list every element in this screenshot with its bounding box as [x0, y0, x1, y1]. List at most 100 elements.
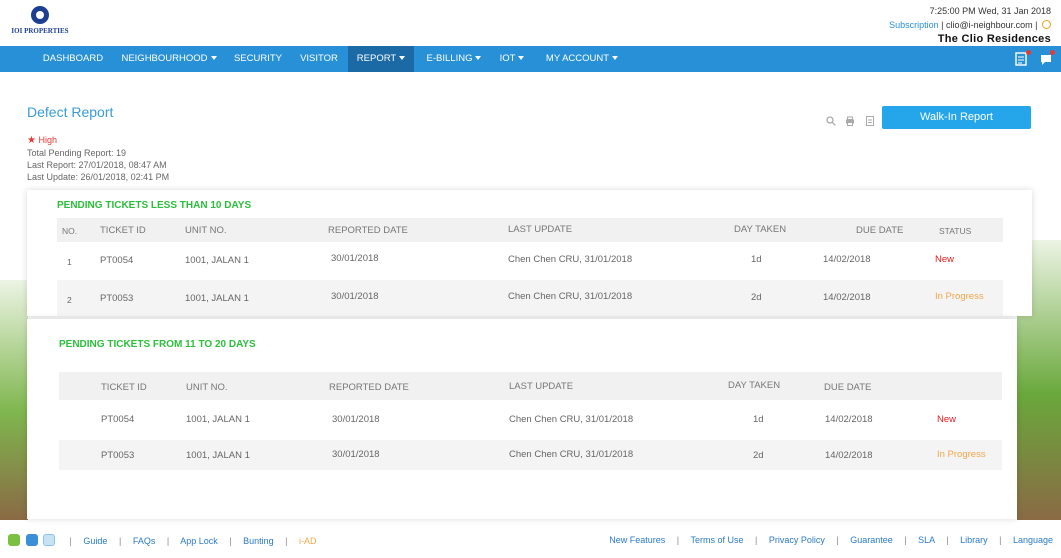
divider: |: [69, 536, 72, 546]
android-icon[interactable]: [8, 534, 20, 546]
divider: |: [118, 536, 122, 546]
table-header: TICKET ID UNIT NO. REPORTED DATE LAST UP…: [59, 372, 1002, 400]
chevron-down-icon: [475, 56, 482, 60]
cell-reported-date: 30/01/2018: [332, 414, 380, 425]
footer-link-privacy[interactable]: Privacy Policy: [769, 535, 825, 545]
col-ticket-id: TICKET ID: [101, 382, 147, 393]
col-ticket-id: TICKET ID: [100, 225, 146, 236]
cell-ticket-id[interactable]: PT0054: [101, 414, 134, 425]
nav-dashboard[interactable]: DASHBOARD: [35, 46, 111, 72]
subscription-line: Subscription | clio@i-neighbour.com |: [889, 18, 1051, 32]
table-row[interactable]: PT0054 1001, JALAN 1 30/01/2018 Chen Che…: [59, 400, 1002, 440]
nav-label: IOT: [499, 53, 516, 64]
cell-last-update: Chen Chen CRU, 31/01/2018: [509, 414, 634, 425]
company-logo[interactable]: IOI PROPERTIES: [10, 6, 70, 35]
cell-reported-date: 30/01/2018: [331, 253, 379, 264]
divider: |: [904, 535, 907, 545]
col-last-update: LAST UPDATE: [508, 224, 573, 235]
cell-reported-date: 30/01/2018: [332, 449, 380, 460]
nav-visitor[interactable]: VISITOR: [292, 46, 346, 72]
nav-report[interactable]: REPORT: [348, 46, 414, 72]
cell-ticket-id[interactable]: PT0054: [100, 255, 133, 266]
cell-day-taken: 2d: [753, 450, 764, 461]
pending-11-20-panel: PENDING TICKETS FROM 11 TO 20 DAYS TICKE…: [27, 319, 1017, 519]
footer-link-new-features[interactable]: New Features: [609, 535, 665, 545]
col-last-update: LAST UPDATE: [509, 381, 574, 392]
cell-last-update: Chen Chen CRU, 31/01/2018: [508, 254, 633, 265]
footer-link-i-ad[interactable]: i-AD: [299, 536, 317, 546]
apple-icon[interactable]: [25, 534, 38, 546]
chat-bubble-icon[interactable]: [1039, 50, 1055, 66]
page-title: Defect Report: [27, 104, 114, 120]
footer-link-guarantee[interactable]: Guarantee: [850, 535, 893, 545]
notes-icon[interactable]: [1015, 50, 1031, 66]
col-reported-date: REPORTED DATE: [328, 225, 408, 236]
cell-last-update: Chen Chen CRU, 31/01/2018: [508, 291, 633, 302]
nav-neighbourhood[interactable]: NEIGHBOURHOOD: [114, 46, 224, 72]
toolbar-icons: [826, 113, 880, 131]
divider: |: [836, 535, 839, 545]
cloud-icon[interactable]: [43, 534, 56, 546]
status-badge: In Progress: [937, 449, 986, 460]
nav-my-account[interactable]: MY ACCOUNT: [538, 46, 626, 72]
col-day-taken: DAY TAKEN: [728, 380, 781, 391]
cell-due-date: 14/02/2018: [823, 292, 871, 303]
cell-unit-no: 1001, JALAN 1: [186, 450, 250, 461]
nav-label: VISITOR: [300, 53, 338, 64]
footer-left: | Guide | FAQs | App Lock | Bunting | i-…: [8, 534, 317, 546]
table-header: NO. TICKET ID UNIT NO. REPORTED DATE LAS…: [57, 218, 1003, 242]
nav-label: REPORT: [356, 53, 397, 64]
pending-less-10-panel: PENDING TICKETS LESS THAN 10 DAYS NO. TI…: [27, 190, 1032, 316]
last-update: Last Update: 26/01/2018, 02:41 PM: [27, 172, 170, 182]
status-badge: In Progress: [935, 291, 984, 302]
search-icon[interactable]: [826, 113, 836, 126]
footer: | Guide | FAQs | App Lock | Bunting | i-…: [0, 530, 1061, 558]
cell-due-date: 14/02/2018: [823, 254, 871, 265]
status-badge: New: [937, 414, 957, 425]
footer-link-library[interactable]: Library: [960, 535, 988, 545]
footer-link-guide[interactable]: Guide: [83, 536, 107, 546]
footer-link-terms[interactable]: Terms of Use: [690, 535, 743, 545]
footer-link-language[interactable]: Language: [1013, 535, 1053, 545]
footer-link-faqs[interactable]: FAQs: [133, 536, 156, 546]
cell-unit-no: 1001, JALAN 1: [185, 255, 249, 266]
subscription-link[interactable]: Subscription: [889, 20, 939, 30]
table-row[interactable]: 2 PT0053 1001, JALAN 1 30/01/2018 Chen C…: [57, 280, 1003, 316]
export-icon[interactable]: [865, 113, 875, 126]
divider: |: [676, 535, 680, 545]
last-report: Last Report: 27/01/2018, 08:47 AM: [27, 160, 167, 170]
footer-link-bunting[interactable]: Bunting: [243, 536, 274, 546]
cell-due-date: 14/02/2018: [825, 414, 873, 425]
logo-text: IOI PROPERTIES: [11, 27, 69, 35]
section-title: PENDING TICKETS FROM 11 TO 20 DAYS: [59, 339, 256, 350]
cell-ticket-id[interactable]: PT0053: [101, 450, 134, 461]
col-unit-no: UNIT NO.: [186, 382, 228, 393]
grass-left: [0, 280, 28, 520]
cell-due-date: 14/02/2018: [825, 450, 873, 461]
top-header: IOI PROPERTIES 7:25:00 PM Wed, 31 Jan 20…: [0, 0, 1061, 46]
walk-in-report-button[interactable]: Walk-In Report: [882, 106, 1031, 129]
user-email: clio@i-neighbour.com: [945, 20, 1033, 30]
cell-unit-no: 1001, JALAN 1: [186, 414, 250, 425]
divider: |: [999, 535, 1002, 545]
nav-iot[interactable]: IOT: [494, 46, 530, 72]
table-row[interactable]: 1 PT0054 1001, JALAN 1 30/01/2018 Chen C…: [57, 242, 1003, 280]
table-row[interactable]: PT0053 1001, JALAN 1 30/01/2018 Chen Che…: [59, 440, 1002, 470]
nav-security[interactable]: SECURITY: [226, 46, 290, 72]
cell-ticket-id[interactable]: PT0053: [100, 293, 133, 304]
chevron-down-icon: [210, 56, 217, 60]
print-icon[interactable]: [845, 113, 855, 126]
star-icon: ★: [27, 135, 36, 146]
col-day-taken: DAY TAKEN: [734, 224, 787, 235]
col-status: STATUS: [939, 226, 972, 236]
header-info: 7:25:00 PM Wed, 31 Jan 2018 Subscription…: [889, 4, 1051, 46]
cell-no: 1: [67, 257, 72, 267]
total-pending: Total Pending Report: 19: [27, 148, 127, 158]
nav-label: NEIGHBOURHOOD: [121, 53, 208, 64]
section-title: PENDING TICKETS LESS THAN 10 DAYS: [57, 200, 252, 211]
logout-power-icon[interactable]: [1042, 20, 1051, 29]
footer-link-sla[interactable]: SLA: [918, 535, 935, 545]
footer-link-app-lock[interactable]: App Lock: [180, 536, 218, 546]
nav-ebilling[interactable]: E-BILLING: [416, 46, 492, 72]
divider: |: [229, 536, 232, 546]
